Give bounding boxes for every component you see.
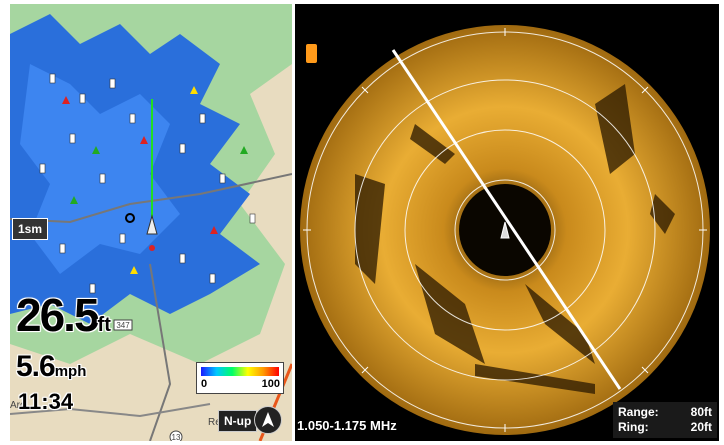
cursor-icon	[149, 245, 155, 251]
orientation-button[interactable]: N-up	[218, 410, 258, 432]
range-key: Range:	[618, 405, 659, 419]
sonar-frequency: 1.050-1.175 MHz	[297, 418, 397, 433]
palette-min: 0	[201, 378, 208, 390]
depth-palette-legend: 0 100	[196, 362, 284, 394]
north-arrow-icon	[262, 412, 274, 427]
route-number: 13	[171, 433, 181, 441]
compass-icon[interactable]	[254, 406, 282, 434]
range-value: 80ft	[690, 405, 712, 419]
ring-value: 20ft	[690, 420, 712, 434]
ring-row: Ring: 20ft	[618, 420, 712, 435]
speed-readout: 5.6mph	[16, 352, 86, 387]
map-scale: 1sm	[12, 218, 49, 240]
depth-unit: ft	[97, 314, 111, 336]
depth-value: 26.5	[16, 289, 100, 341]
palette-max: 100	[261, 378, 280, 390]
ring-key: Ring:	[618, 420, 649, 434]
palette-gradient	[201, 367, 279, 376]
range-info-box: Range: 80ft Ring: 20ft	[613, 402, 717, 438]
speed-value: 5.6	[16, 350, 56, 383]
360-sonar-pane[interactable]	[295, 4, 719, 441]
route-number: 347	[116, 321, 130, 330]
transducer-icon	[306, 44, 317, 63]
speed-unit: mph	[54, 363, 87, 380]
depth-readout: 26.5ft	[16, 292, 111, 348]
time-readout: 11:34	[18, 389, 74, 414]
sonar-canvas[interactable]	[295, 4, 719, 441]
range-row: Range: 80ft	[618, 405, 712, 420]
screen-frame: Arc Rest I 347 13 1sm 26.5ft 5.6mph 11:3…	[0, 0, 724, 445]
